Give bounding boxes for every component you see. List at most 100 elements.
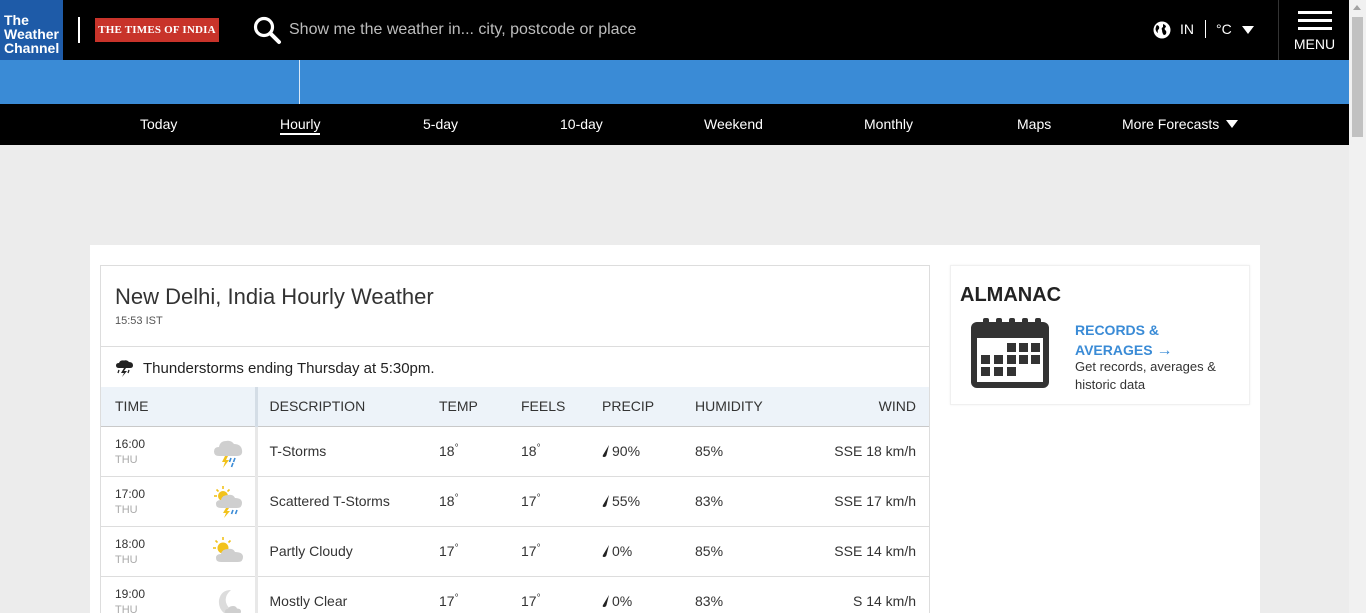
column-header-feels[interactable]: FEELS xyxy=(521,387,602,427)
degree-symbol: ° xyxy=(454,493,459,504)
table-row[interactable]: 19:00 THU Mostly Clear 17° 17° 0% 83% S … xyxy=(101,576,929,613)
row-precip: 0% xyxy=(602,576,695,613)
forecast-nav: Today Hourly 5-day 10-day Weekend Monthl… xyxy=(0,104,1349,145)
column-header-wind[interactable]: WIND xyxy=(810,387,929,427)
menu-label: MENU xyxy=(1293,36,1336,52)
row-temp: 17° xyxy=(439,526,521,577)
raindrop-icon xyxy=(602,495,609,507)
nav-maps[interactable]: Maps xyxy=(1017,116,1051,132)
time-cell: 17:00 THU xyxy=(101,476,258,527)
row-description: Mostly Clear xyxy=(256,576,439,613)
panel-header: New Delhi, India Hourly Weather 15:53 IS… xyxy=(101,266,929,347)
precip-value: 0% xyxy=(612,593,633,609)
records-averages-link[interactable]: RECORDS & AVERAGES → xyxy=(1075,320,1225,361)
column-header-temp[interactable]: TEMP xyxy=(439,387,521,427)
table-row[interactable]: 16:00 THU T-Storms 18° 18° 90% 85% SSE 1… xyxy=(101,426,929,477)
search-input[interactable] xyxy=(289,17,809,43)
row-humidity: 85% xyxy=(695,426,810,477)
alert-text: Thunderstorms ending Thursday at 5:30pm. xyxy=(143,360,435,377)
row-precip: 0% xyxy=(602,526,695,577)
row-precip: 90% xyxy=(602,426,695,477)
raindrop-icon xyxy=(602,445,609,457)
region-selector[interactable]: IN xyxy=(1180,21,1194,37)
table-row[interactable]: 18:00 THU Partly Cloudy 17° 17° 0% 85% S… xyxy=(101,526,929,577)
thunderstorm-icon xyxy=(213,440,242,468)
nav-monthly[interactable]: Monthly xyxy=(864,116,913,132)
feels-value: 17 xyxy=(521,493,537,509)
row-wind: SSE 14 km/h xyxy=(810,526,929,577)
nav-5-day[interactable]: 5-day xyxy=(423,116,458,132)
time-cell: 16:00 THU xyxy=(101,426,258,477)
temp-value: 18 xyxy=(439,443,455,459)
column-header-precip[interactable]: PRECIP xyxy=(602,387,695,427)
calendar-icon[interactable] xyxy=(969,314,1051,390)
row-wind: SSE 17 km/h xyxy=(810,476,929,527)
region-divider xyxy=(1205,20,1206,38)
page-title: New Delhi, India Hourly Weather xyxy=(115,284,434,309)
logo-line-2: Weather xyxy=(4,26,59,42)
temp-value: 18 xyxy=(439,493,455,509)
temp-value: 17 xyxy=(439,543,455,559)
row-wind: SSE 18 km/h xyxy=(810,426,929,477)
raindrop-icon xyxy=(602,595,609,607)
column-header-humidity[interactable]: HUMIDITY xyxy=(695,387,810,427)
temp-value: 17 xyxy=(439,593,455,609)
row-precip: 55% xyxy=(602,476,695,527)
column-header-description[interactable]: DESCRIPTION xyxy=(256,387,439,427)
chevron-down-icon xyxy=(1226,120,1239,128)
degree-symbol: ° xyxy=(454,443,459,454)
row-description: Scattered T-Storms xyxy=(256,476,439,527)
almanac-card: ALMANAC RECORDS & AVERAGES → Get records… xyxy=(950,265,1250,405)
feels-value: 18 xyxy=(521,443,537,459)
scroll-up-arrow-icon[interactable] xyxy=(1353,5,1361,10)
degree-symbol: ° xyxy=(536,593,541,604)
times-of-india-logo[interactable]: THE TIMES OF INDIA xyxy=(95,18,219,42)
row-feels: 17° xyxy=(521,526,602,577)
row-humidity: 83% xyxy=(695,576,810,613)
globe-icon[interactable] xyxy=(1153,21,1171,39)
weather-channel-logo[interactable]: The Weather Channel xyxy=(0,0,63,60)
hourly-panel: New Delhi, India Hourly Weather 15:53 IS… xyxy=(100,265,930,613)
arrow-right-icon: → xyxy=(1156,342,1173,359)
degree-symbol: ° xyxy=(536,443,541,454)
almanac-title: ALMANAC xyxy=(960,284,1062,306)
degree-symbol: ° xyxy=(454,593,459,604)
top-header: The Weather Channel THE TIMES OF INDIA I… xyxy=(0,0,1349,60)
precip-value: 0% xyxy=(612,543,633,559)
raindrop-icon xyxy=(602,545,609,557)
unit-selector[interactable]: °C xyxy=(1216,21,1232,37)
feels-value: 17 xyxy=(521,593,537,609)
nav-10-day[interactable]: 10-day xyxy=(560,116,603,132)
nav-more-forecasts[interactable]: More Forecasts xyxy=(1122,116,1239,132)
column-header-time[interactable]: TIME xyxy=(101,387,258,427)
logo-divider xyxy=(78,17,80,43)
table-row[interactable]: 17:00 THU Scattered T-Storms 18° 17° 55%… xyxy=(101,476,929,527)
local-time: 15:53 IST xyxy=(115,315,163,327)
scrollbar-thumb[interactable] xyxy=(1352,17,1363,137)
band-divider xyxy=(299,60,300,104)
row-feels: 18° xyxy=(521,426,602,477)
nav-hourly[interactable]: Hourly xyxy=(280,116,321,135)
logo-line-1: The xyxy=(4,12,29,28)
nav-today[interactable]: Today xyxy=(140,116,177,132)
hamburger-icon xyxy=(1298,11,1332,35)
degree-symbol: ° xyxy=(536,543,541,554)
chevron-down-icon[interactable] xyxy=(1242,26,1254,34)
row-feels: 17° xyxy=(521,476,602,527)
menu-button[interactable]: MENU xyxy=(1278,0,1349,60)
row-temp: 17° xyxy=(439,576,521,613)
search-icon[interactable] xyxy=(252,15,282,45)
main-content: New Delhi, India Hourly Weather 15:53 IS… xyxy=(90,245,1260,613)
time-cell: 18:00 THU xyxy=(101,526,258,577)
degree-symbol: ° xyxy=(454,543,459,554)
page-scrollbar[interactable] xyxy=(1349,0,1366,613)
weather-alert: Thunderstorms ending Thursday at 5:30pm. xyxy=(101,347,929,387)
link-line-1: RECORDS & xyxy=(1075,322,1160,338)
hourly-table: TIME DESCRIPTION TEMP FEELS PRECIP HUMID… xyxy=(101,387,929,613)
row-feels: 17° xyxy=(521,576,602,613)
table-header-row: TIME DESCRIPTION TEMP FEELS PRECIP HUMID… xyxy=(101,387,929,427)
more-forecasts-label: More Forecasts xyxy=(1122,116,1220,132)
row-humidity: 83% xyxy=(695,476,810,527)
nav-weekend[interactable]: Weekend xyxy=(704,116,763,132)
row-humidity: 85% xyxy=(695,526,810,577)
